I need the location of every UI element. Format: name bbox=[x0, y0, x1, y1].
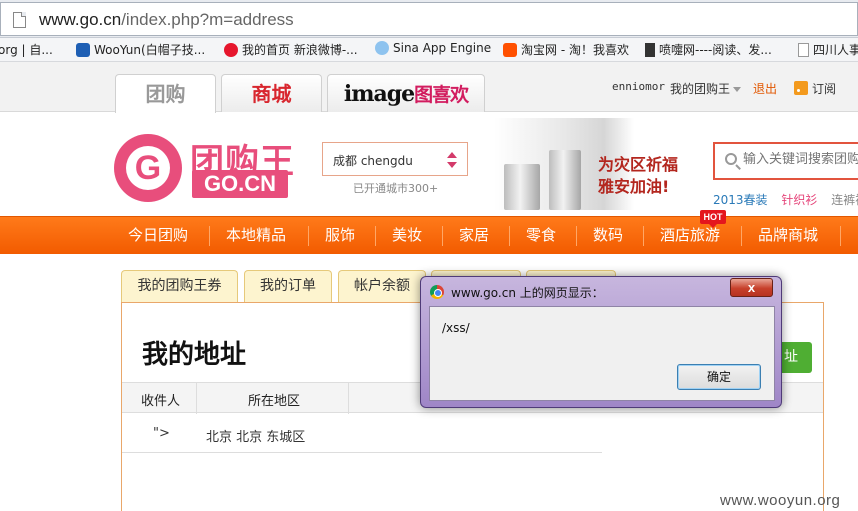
url-field[interactable]: www.go.cn/index.php?m=address bbox=[0, 2, 858, 36]
nav-divider bbox=[576, 226, 577, 246]
nav-divider bbox=[308, 226, 309, 246]
chevron-down-icon bbox=[733, 87, 742, 92]
nav-divider bbox=[442, 226, 443, 246]
nav-today[interactable]: 今日团购 bbox=[128, 217, 188, 255]
page-icon bbox=[13, 12, 26, 28]
ok-button[interactable]: 确定 bbox=[677, 364, 761, 390]
nav-local[interactable]: 本地精品 bbox=[226, 217, 286, 255]
bookmark-wooyun[interactable]: WooYun(白帽子技... bbox=[76, 41, 205, 58]
column-recipient: 收件人 bbox=[141, 394, 181, 409]
weibo-icon bbox=[224, 42, 238, 57]
logo-domain[interactable]: GO.CN bbox=[192, 170, 288, 198]
search-icon bbox=[725, 153, 737, 165]
city-count: 已开通城市300+ bbox=[353, 182, 439, 195]
alert-dialog: www.go.cn 上的网页显示： x /xss/ 确定 bbox=[420, 276, 782, 408]
bookmark-sichuan[interactable]: 四川人事 bbox=[798, 41, 858, 58]
column-divider bbox=[196, 383, 197, 414]
cell-recipient: "> bbox=[153, 426, 170, 441]
hot-badge: HOT bbox=[700, 210, 726, 228]
column-region: 所在地区 bbox=[248, 394, 301, 409]
subscribe-link[interactable]: 订阅 bbox=[794, 80, 836, 97]
bookmarks-bar: org | 自... WooYun(白帽子技... 我的首页 新浪微博-... … bbox=[0, 38, 858, 62]
page-icon bbox=[798, 42, 809, 57]
bookmark-dapenti[interactable]: 喷嚏网----阅读、发... bbox=[645, 41, 772, 58]
nav-clothing[interactable]: 服饰 bbox=[325, 217, 355, 255]
nav-divider bbox=[375, 226, 376, 246]
chrome-icon bbox=[430, 285, 444, 299]
hot-keywords: 2013春装 针织衫 连裤袜 bbox=[713, 191, 858, 208]
bookmark-item[interactable]: org | 自... bbox=[0, 41, 53, 58]
nav-home[interactable]: 家居 bbox=[459, 217, 489, 255]
bookmark-weibo[interactable]: 我的首页 新浪微博-... bbox=[224, 41, 358, 58]
rss-icon bbox=[794, 81, 808, 95]
tab-my-orders[interactable]: 我的订单 bbox=[244, 270, 332, 303]
cell-region: 北京 北京 东城区 bbox=[206, 430, 306, 445]
candle-image bbox=[549, 150, 581, 210]
nav-divider bbox=[840, 226, 841, 246]
logout-link[interactable]: 退出 bbox=[753, 80, 777, 97]
main-nav: 今日团购 本地精品 服饰 美妆 家居 零食 数码 酒店旅游 品牌商城 bbox=[0, 216, 858, 254]
tab-my-coupons[interactable]: 我的团购王券 bbox=[121, 270, 238, 303]
watermark: www.wooyun.org bbox=[720, 492, 841, 509]
close-button[interactable]: x bbox=[730, 278, 773, 297]
bookmark-sae[interactable]: Sina App Engine bbox=[375, 41, 491, 55]
logo-mark[interactable]: G bbox=[114, 134, 182, 202]
url-text: www.go.cn/index.php?m=address bbox=[39, 10, 294, 29]
taobao-icon bbox=[503, 42, 517, 57]
dialog-title: www.go.cn 上的网页显示： bbox=[451, 286, 604, 300]
nav-digital[interactable]: 数码 bbox=[593, 217, 623, 255]
row-divider bbox=[122, 452, 602, 453]
sort-arrows-icon bbox=[447, 152, 457, 168]
nav-divider bbox=[509, 226, 510, 246]
candle-image bbox=[504, 164, 540, 210]
hot-keyword[interactable]: 针织衫 bbox=[781, 193, 817, 207]
nav-snacks[interactable]: 零食 bbox=[526, 217, 556, 255]
dialog-body: /xss/ 确定 bbox=[429, 306, 775, 401]
figure-icon bbox=[645, 42, 655, 57]
wooyun-icon bbox=[76, 42, 90, 57]
tab-balance[interactable]: 帐户余额 bbox=[338, 270, 426, 303]
page-title: 我的地址 bbox=[142, 340, 247, 370]
nav-divider bbox=[741, 226, 742, 246]
logo-letter: G bbox=[126, 146, 170, 190]
hot-keyword[interactable]: 2013春装 bbox=[713, 193, 768, 207]
my-account-menu[interactable]: 我的团购王 bbox=[670, 80, 742, 97]
search-box bbox=[713, 142, 858, 180]
tab-image[interactable]: image图喜欢 bbox=[327, 74, 485, 112]
nav-brand-mall[interactable]: 品牌商城 bbox=[758, 217, 818, 255]
address-bar: www.go.cn/index.php?m=address bbox=[0, 0, 858, 38]
city-selector[interactable]: 成都 chengdu bbox=[322, 142, 468, 176]
column-divider bbox=[348, 383, 349, 414]
dialog-message: /xss/ bbox=[442, 321, 470, 335]
search-input[interactable] bbox=[743, 152, 858, 167]
nav-divider bbox=[209, 226, 210, 246]
bookmark-taobao[interactable]: 淘宝网 - 淘！我喜欢 bbox=[503, 41, 629, 58]
username: enniomor bbox=[612, 80, 665, 93]
hot-keyword[interactable]: 连裤袜 bbox=[831, 193, 858, 207]
tab-mall[interactable]: 商城 bbox=[221, 74, 322, 112]
cloud-icon bbox=[375, 41, 389, 55]
tab-tuangou[interactable]: 团购 bbox=[115, 74, 216, 113]
nav-divider bbox=[643, 226, 644, 246]
banner-text[interactable]: 为灾区祈福 雅安加油! bbox=[598, 154, 678, 198]
nav-beauty[interactable]: 美妆 bbox=[392, 217, 422, 255]
